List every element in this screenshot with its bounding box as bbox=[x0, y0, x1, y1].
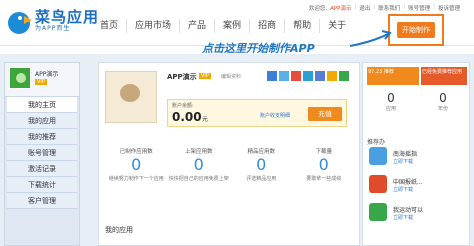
nav-products[interactable]: 产品 bbox=[179, 19, 214, 33]
nav-partners[interactable]: 招商 bbox=[249, 19, 284, 33]
balance-unit: 元 bbox=[202, 116, 209, 123]
stat-value: 0 bbox=[256, 155, 267, 174]
sidebar-item-recommend[interactable]: 我的推荐 bbox=[7, 129, 77, 145]
logo-title: 菜鸟应用 bbox=[35, 8, 100, 26]
stat-title: 上架应用数 bbox=[184, 149, 213, 155]
sidebar-item-downloads[interactable]: 下载统计 bbox=[7, 177, 77, 193]
stat-desc: 要敢拿一些成绩 bbox=[306, 176, 342, 182]
stat-value: 0 bbox=[318, 155, 329, 174]
sidebar-item-home[interactable]: 我的主页 bbox=[7, 97, 77, 113]
bird-logo-icon bbox=[6, 6, 32, 36]
stat-featured: 精品应用数 0 评选精品应用 bbox=[230, 147, 293, 182]
app-icon bbox=[369, 147, 387, 165]
user-link[interactable]: APP演示 bbox=[330, 4, 351, 12]
stat-title: 已制作应用数 bbox=[119, 149, 153, 155]
annotation-arrow-icon bbox=[349, 30, 392, 47]
app-icon bbox=[369, 175, 387, 193]
stat-desc: 评选精品应用 bbox=[246, 176, 277, 182]
app-icon bbox=[369, 203, 387, 221]
promo-ticket[interactable]: 97.23 推荐 bbox=[367, 67, 419, 85]
complaint-link[interactable]: 投诉管理 bbox=[438, 4, 460, 12]
right-stat-label: 应用 bbox=[385, 106, 396, 112]
main-nav: 首页 应用市场 产品 案例 招商 帮助 关于 bbox=[92, 19, 354, 33]
stat-value: 0 bbox=[131, 155, 142, 174]
share-star-icon[interactable] bbox=[279, 71, 289, 81]
share-douban-icon[interactable] bbox=[339, 71, 349, 81]
stat-title: 下载量 bbox=[315, 149, 332, 155]
logo-subtitle: 为APP而生 bbox=[35, 25, 71, 32]
right-stat-years: 0 年份 bbox=[419, 91, 467, 112]
right-panel: 97.23 推荐 已经免费推荐应用 0 应用 0 年份 推荐办 南海摇指 立即下… bbox=[362, 62, 470, 246]
stat-title: 精品应用数 bbox=[247, 149, 275, 155]
my-apps-heading: 我的应用 bbox=[105, 226, 133, 234]
balance-box: 账户余额: 0.00 元 账户收支明细 充值 bbox=[167, 99, 347, 127]
recommend-name: 我运动可以 bbox=[393, 207, 424, 214]
stat-value: 0 bbox=[193, 155, 204, 174]
utility-links: 欢迎您, APP演示 | 退出 | 联系我们 | 账号管理 | 投诉管理 bbox=[308, 4, 460, 12]
stat-listed: 上架应用数 0 快快把自己的应用免费上架 bbox=[168, 147, 231, 182]
download-link[interactable]: 立即下载 bbox=[393, 158, 413, 165]
app-name: APP演示 bbox=[167, 73, 197, 81]
stat-desc: 快快把自己的应用免费上架 bbox=[168, 176, 229, 182]
recommend-item[interactable]: 南海摇指 立即下载 bbox=[369, 147, 465, 169]
avatar[interactable] bbox=[9, 67, 31, 89]
welcome-text: 欢迎您, bbox=[308, 6, 328, 12]
nav-help[interactable]: 帮助 bbox=[284, 19, 319, 33]
recommend-title: 推荐办 bbox=[367, 139, 386, 146]
logout-link[interactable]: 退出 bbox=[359, 4, 370, 12]
nav-market[interactable]: 应用市场 bbox=[126, 19, 179, 33]
stats-row: 已制作应用数 0 继续努力制作下一个应用 上架应用数 0 快快把自己的应用免费上… bbox=[105, 147, 355, 182]
download-link[interactable]: 立即下载 bbox=[393, 214, 413, 221]
right-stat-apps: 0 应用 bbox=[367, 91, 415, 112]
recharge-button[interactable]: 充值 bbox=[308, 107, 342, 121]
sidebar-item-account[interactable]: 账号管理 bbox=[7, 145, 77, 161]
share-icons bbox=[267, 71, 349, 81]
recommend-name: 中国报纸... bbox=[393, 179, 423, 186]
recommend-name: 南海摇指 bbox=[393, 151, 418, 158]
right-stat-label: 年份 bbox=[437, 106, 448, 112]
share-plus-icon[interactable] bbox=[267, 71, 277, 81]
account-link[interactable]: 账号管理 bbox=[408, 4, 430, 12]
recommend-item[interactable]: 中国报纸... 立即下载 bbox=[369, 175, 465, 197]
site-logo[interactable]: 菜鸟应用 为APP而生 bbox=[6, 6, 99, 36]
vip-badge: VIP bbox=[35, 79, 47, 85]
app-vip-badge: VIP bbox=[199, 73, 211, 79]
contact-link[interactable]: 联系我们 bbox=[378, 4, 400, 12]
share-renren-icon[interactable] bbox=[315, 71, 325, 81]
balance-detail-link[interactable]: 账户收支明细 bbox=[260, 112, 290, 119]
share-weibo-icon[interactable] bbox=[291, 71, 301, 81]
download-link[interactable]: 立即下载 bbox=[393, 186, 413, 193]
right-stat-value: 0 bbox=[439, 91, 447, 105]
edit-profile-link[interactable]: 编辑资料 bbox=[221, 73, 241, 80]
sidebar: APP演示 VIP 我的主页 我的应用 我的推荐 账号管理 激活记录 下载统计 … bbox=[4, 62, 80, 246]
nav-cases[interactable]: 案例 bbox=[214, 19, 249, 33]
share-tencent-icon[interactable] bbox=[303, 71, 313, 81]
balance-amount: 0.00 bbox=[172, 110, 202, 124]
profile-card: APP演示 VIP bbox=[5, 63, 79, 97]
sidebar-item-customers[interactable]: 客户管理 bbox=[7, 193, 77, 209]
recommend-item[interactable]: 我运动可以 立即下载 bbox=[369, 203, 465, 225]
stat-desc: 继续努力制作下一个应用 bbox=[108, 176, 164, 182]
free-recommend-ticket[interactable]: 已经免费推荐应用 bbox=[421, 67, 467, 85]
right-stat-value: 0 bbox=[387, 91, 395, 105]
profile-name: APP演示 bbox=[35, 71, 59, 78]
sidebar-item-my-apps[interactable]: 我的应用 bbox=[7, 113, 77, 129]
stat-downloads: 下载量 0 要敢拿一些成绩 bbox=[293, 147, 356, 182]
balance-label: 账户余额: bbox=[172, 103, 194, 109]
stat-made: 已制作应用数 0 继续努力制作下一个应用 bbox=[105, 147, 168, 182]
app-thumbnail[interactable] bbox=[105, 71, 157, 123]
sidebar-item-activation[interactable]: 激活记录 bbox=[7, 161, 77, 177]
main-panel: APP演示 VIP 编辑资料 账户余额: 0.00 元 账户收支明细 充值 已制… bbox=[98, 62, 360, 246]
start-making-button[interactable]: 开始制作 bbox=[397, 22, 435, 38]
share-qzone-icon[interactable] bbox=[327, 71, 337, 81]
nav-home[interactable]: 首页 bbox=[92, 19, 126, 33]
